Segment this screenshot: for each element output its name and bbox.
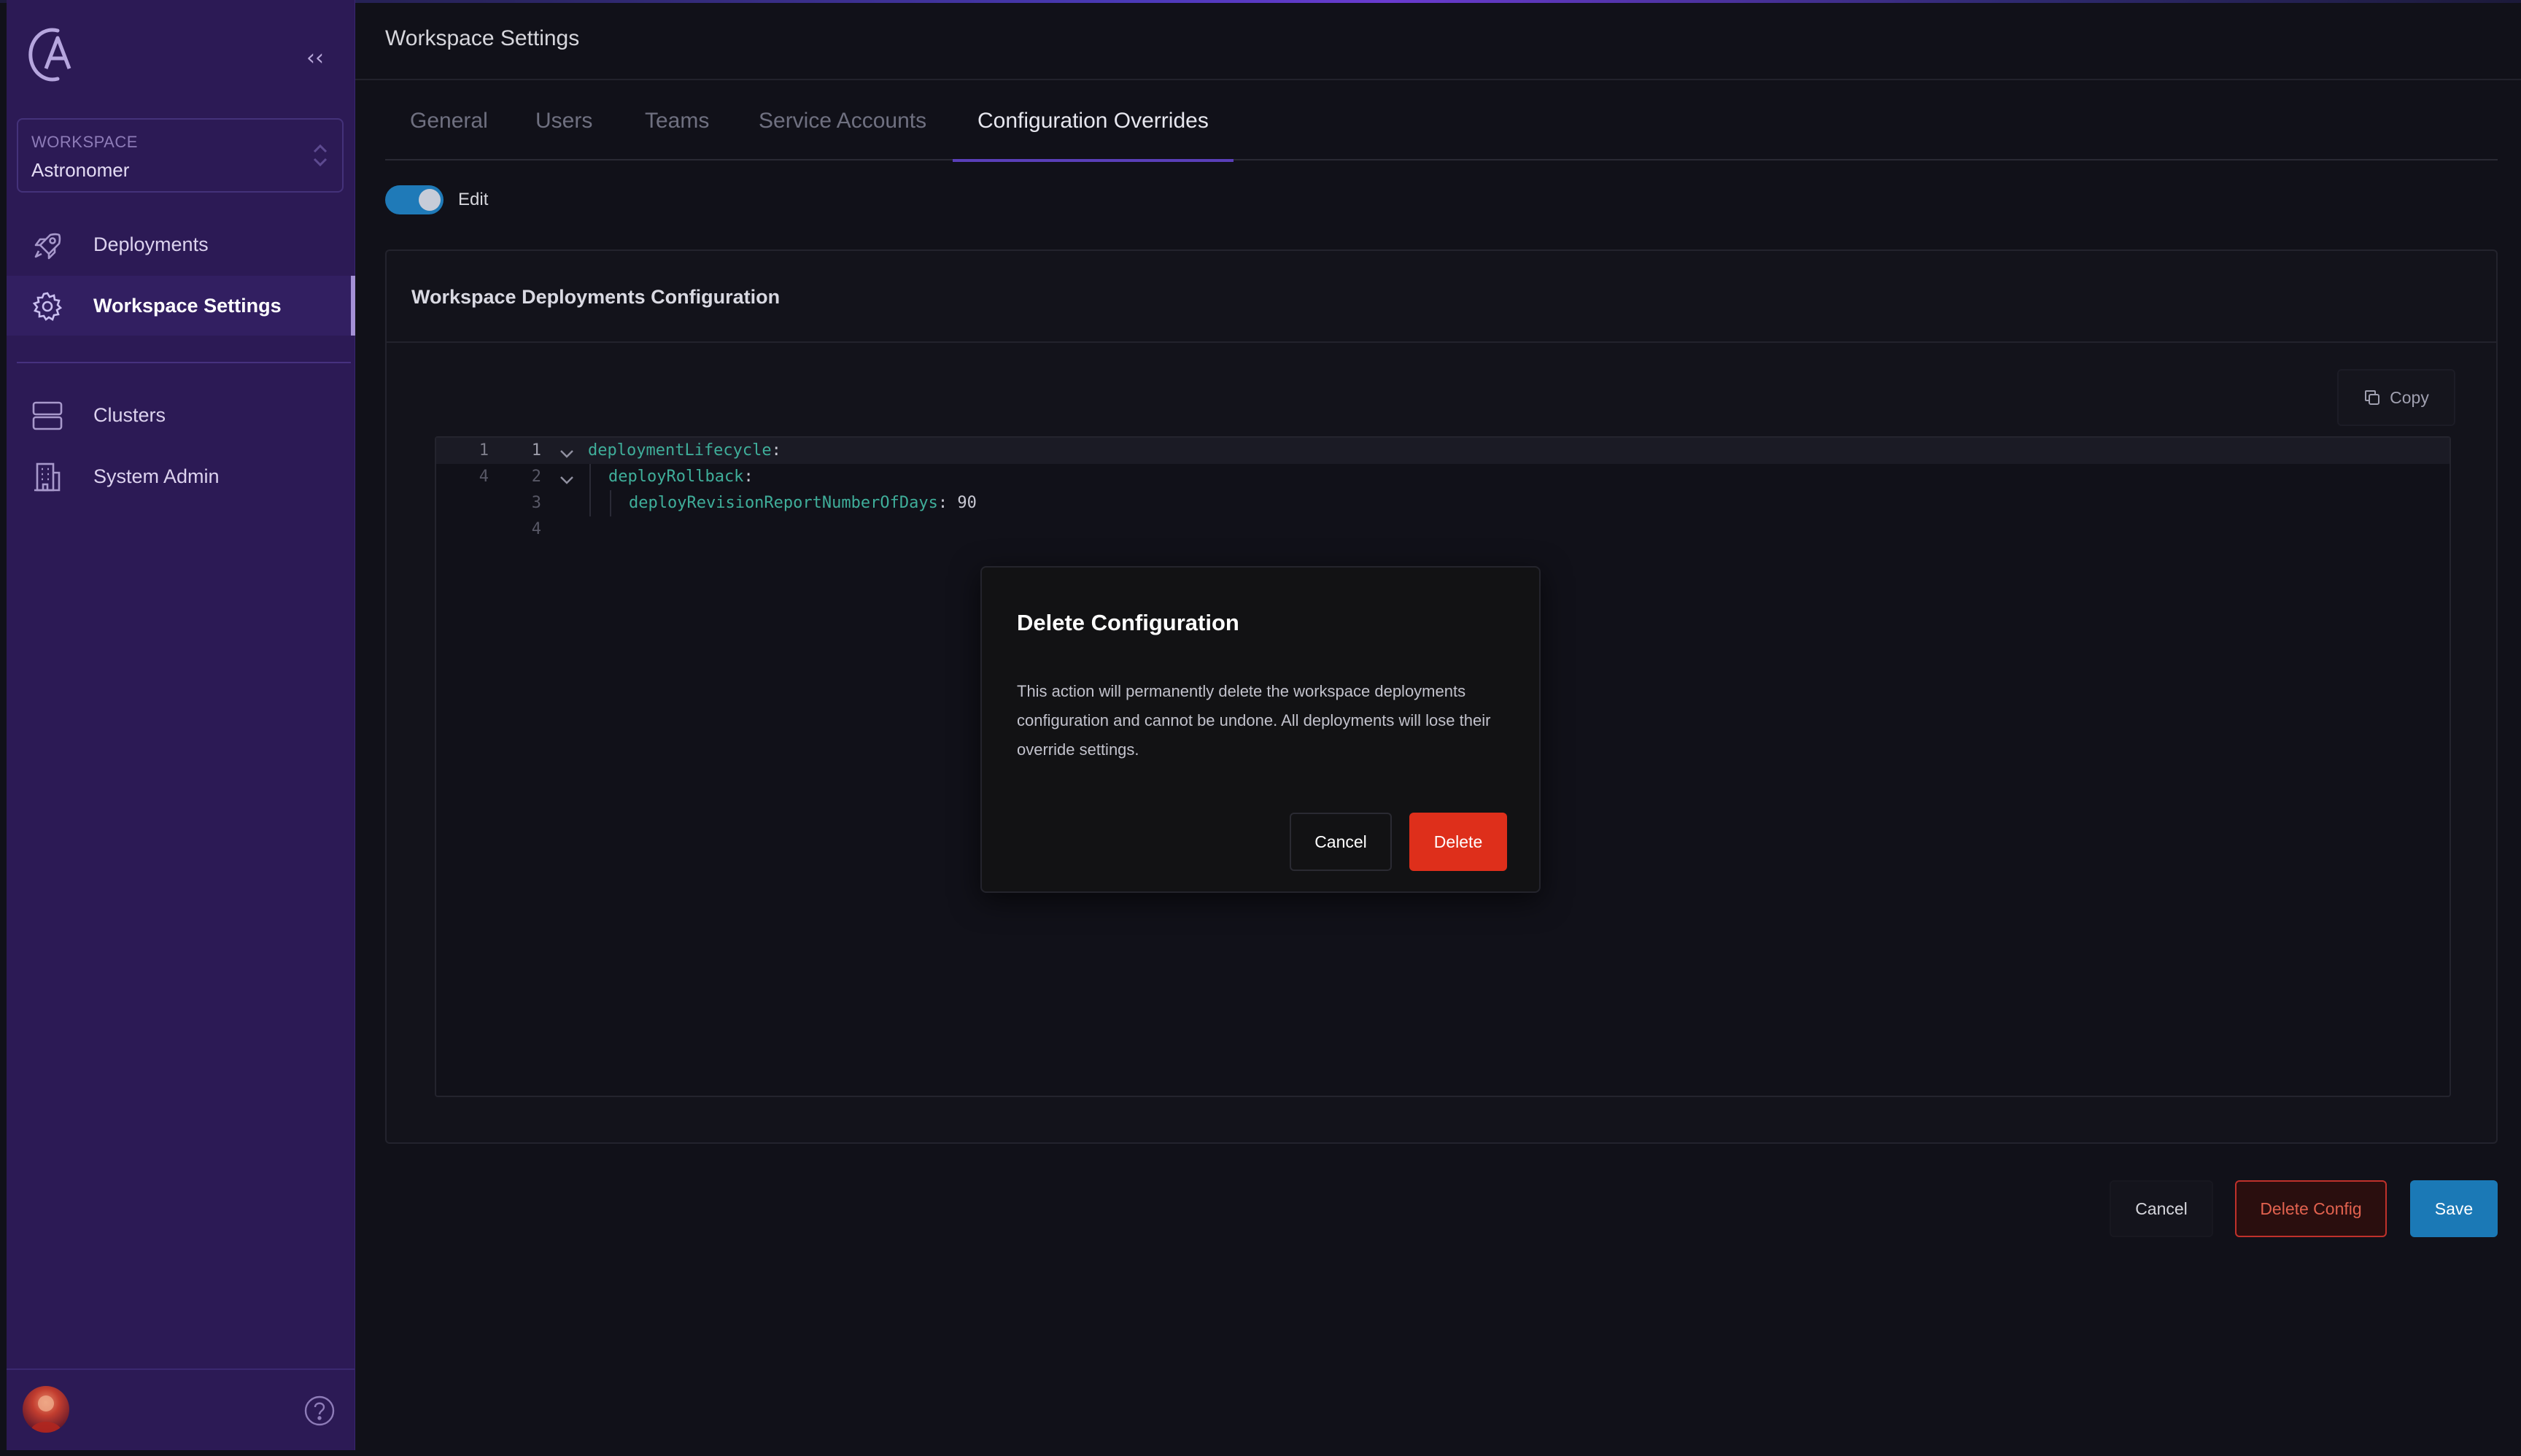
copy-button-label: Copy bbox=[2390, 387, 2429, 407]
copy-button[interactable]: Copy bbox=[2337, 369, 2455, 426]
editor-line: 4 2 deployRollback: bbox=[436, 464, 2450, 490]
active-indicator bbox=[351, 276, 355, 336]
editor-line: 3 deployRevisionReportNumberOfDays: 90 bbox=[436, 490, 2450, 516]
gear-icon bbox=[31, 290, 63, 322]
yaml-key: deploymentLifecycle bbox=[588, 441, 772, 460]
workspace-selector-label: WORKSPACE bbox=[31, 133, 138, 151]
sidebar-item-label: Clusters bbox=[93, 403, 166, 426]
edit-toggle-label: Edit bbox=[458, 190, 489, 209]
page-title: Workspace Settings bbox=[385, 26, 580, 50]
workspace-selector-value: Astronomer bbox=[31, 159, 130, 181]
tab-bar: General Users Teams Service Accounts Con… bbox=[385, 93, 2498, 162]
yaml-value: 90 bbox=[957, 494, 977, 512]
top-accent-bar bbox=[0, 0, 2521, 3]
collapse-sidebar-button[interactable]: ‹‹ bbox=[301, 45, 329, 71]
server-icon bbox=[31, 400, 63, 432]
modified-line-number: 1 bbox=[531, 441, 541, 460]
sidebar-item-deployments[interactable]: Deployments bbox=[7, 214, 355, 274]
indent-guide bbox=[589, 464, 591, 516]
dialog-message: This action will permanently delete the … bbox=[1017, 682, 1491, 759]
tab-teams[interactable]: Teams bbox=[620, 93, 734, 160]
modified-line-number: 2 bbox=[531, 468, 541, 486]
sidebar-item-workspace-settings[interactable]: Workspace Settings bbox=[7, 276, 355, 336]
dialog-cancel-button[interactable]: Cancel bbox=[1290, 813, 1392, 871]
code-line: deployRevisionReportNumberOfDays: 90 bbox=[629, 490, 977, 516]
sidebar-item-system-admin[interactable]: System Admin bbox=[7, 446, 355, 506]
dialog-title: Delete Configuration bbox=[1017, 610, 1239, 635]
sidebar-divider bbox=[17, 362, 351, 363]
delete-configuration-dialog: Delete Configuration This action will pe… bbox=[980, 566, 1541, 893]
dialog-delete-button[interactable]: Delete bbox=[1409, 813, 1507, 871]
tab-service-accounts[interactable]: Service Accounts bbox=[734, 93, 951, 160]
delete-config-button[interactable]: Delete Config bbox=[2235, 1180, 2387, 1237]
yaml-key: deployRollback bbox=[608, 468, 744, 486]
tab-users[interactable]: Users bbox=[511, 93, 617, 160]
tab-label: Configuration Overrides bbox=[977, 109, 1209, 133]
header-divider bbox=[355, 79, 2521, 80]
sidebar-footer-divider bbox=[7, 1368, 355, 1370]
copy-icon bbox=[2363, 389, 2381, 406]
app-window: ‹‹ WORKSPACE Astronomer Deployments Work… bbox=[0, 0, 2521, 1456]
editor-line: 1 1 deploymentLifecycle: bbox=[436, 438, 2450, 464]
configuration-card-title: Workspace Deployments Configuration bbox=[411, 286, 781, 308]
yaml-colon: : bbox=[771, 441, 781, 460]
sidebar-item-label: System Admin bbox=[93, 465, 220, 487]
fold-chevron-icon[interactable] bbox=[559, 444, 575, 458]
active-tab-underline bbox=[953, 159, 1234, 162]
sidebar-item-label: Workspace Settings bbox=[93, 294, 282, 317]
sidebar: ‹‹ WORKSPACE Astronomer Deployments Work… bbox=[7, 0, 355, 1450]
editor-line: 4 bbox=[436, 516, 2450, 543]
modified-line-number: 4 bbox=[531, 520, 541, 538]
modified-line-number: 3 bbox=[531, 494, 541, 512]
original-line-number: 1 bbox=[479, 441, 489, 460]
avatar[interactable] bbox=[23, 1386, 69, 1433]
edit-toggle[interactable] bbox=[385, 185, 444, 214]
chevron-up-down-icon bbox=[310, 139, 330, 172]
sidebar-item-clusters[interactable]: Clusters bbox=[7, 385, 355, 445]
original-line-number: 4 bbox=[479, 468, 489, 486]
yaml-key: deployRevisionReportNumberOfDays bbox=[629, 494, 938, 512]
cancel-button[interactable]: Cancel bbox=[2110, 1180, 2213, 1237]
indent-guide bbox=[610, 490, 611, 516]
tab-general[interactable]: General bbox=[385, 93, 513, 160]
tab-configuration-overrides[interactable]: Configuration Overrides bbox=[953, 93, 1234, 162]
yaml-colon: : bbox=[937, 494, 958, 512]
configuration-card-header: Workspace Deployments Configuration bbox=[387, 251, 2496, 343]
code-line: deployRollback: bbox=[608, 464, 754, 490]
rocket-icon bbox=[31, 229, 63, 261]
workspace-selector[interactable]: WORKSPACE Astronomer bbox=[17, 118, 344, 193]
astronomer-logo[interactable] bbox=[26, 25, 77, 85]
toggle-knob bbox=[419, 189, 441, 211]
save-button[interactable]: Save bbox=[2410, 1180, 2498, 1237]
building-icon bbox=[31, 461, 63, 493]
yaml-colon: : bbox=[743, 468, 754, 486]
code-line: deploymentLifecycle: bbox=[588, 438, 781, 464]
sidebar-item-label: Deployments bbox=[93, 233, 209, 255]
help-icon[interactable] bbox=[303, 1395, 336, 1427]
fold-chevron-icon[interactable] bbox=[559, 470, 575, 484]
